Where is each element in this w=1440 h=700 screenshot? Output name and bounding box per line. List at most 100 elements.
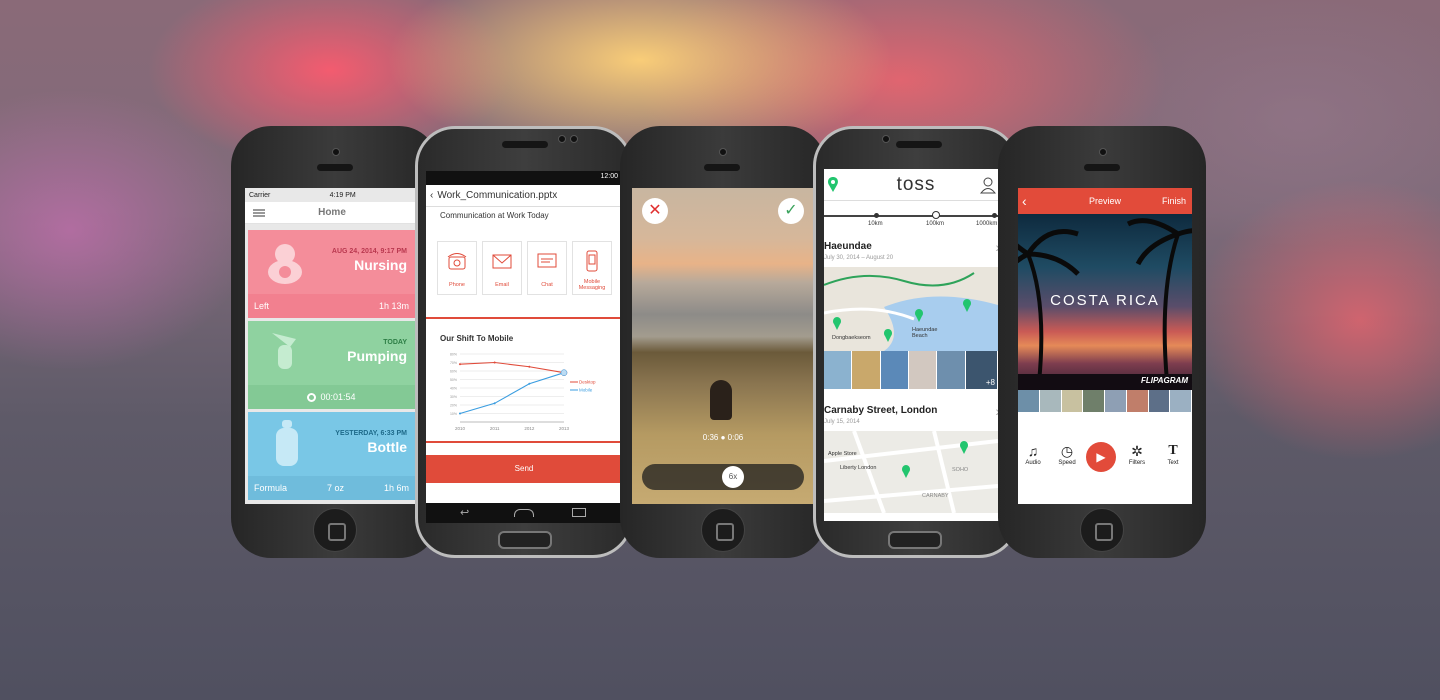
video-frame xyxy=(632,188,814,504)
bottle-title: Bottle xyxy=(367,439,407,455)
map-label: Apple Store xyxy=(828,451,857,457)
carrier-label: Carrier xyxy=(249,192,271,199)
speed-slider[interactable]: 6x xyxy=(642,464,804,490)
x-tick-label: 2010 xyxy=(455,426,466,431)
bottle-footer: Formula 7 oz 1h 6m xyxy=(248,476,415,500)
speed-handle[interactable]: 6x xyxy=(722,466,744,488)
earpiece xyxy=(1084,164,1120,171)
distance-marker xyxy=(932,211,940,219)
send-button[interactable]: Send xyxy=(426,455,622,483)
photo-timeline[interactable] xyxy=(1018,390,1192,412)
pumping-card[interactable]: TODAY Pumping 00:01:54 xyxy=(248,321,415,409)
nursing-footer: Left 1h 13m xyxy=(248,294,415,318)
tool-label: Audio xyxy=(1025,460,1041,466)
toss-logo: toss xyxy=(896,173,936,195)
clock: 12:00 xyxy=(600,173,618,180)
checkmark-icon: ✓ xyxy=(784,202,798,219)
map-carnaby: Apple Store Liberty London SOHO CARNABY xyxy=(824,431,998,513)
finish-button[interactable]: Finish xyxy=(1162,196,1186,206)
bottle-card[interactable]: YESTERDAY, 6:33 PM Bottle Formula 7 oz 1h … xyxy=(248,412,415,500)
map-carnaby-art xyxy=(824,431,998,513)
confirm-button[interactable]: ✓ xyxy=(778,198,804,224)
place-name: Carnaby Street, London xyxy=(824,405,938,416)
pumping-footer: 00:01:54 xyxy=(248,385,415,409)
front-camera xyxy=(719,148,727,156)
home-button[interactable] xyxy=(701,508,745,552)
filters-tool[interactable]: ✲ Filters xyxy=(1122,442,1152,466)
slide-subtitle: Communication at Work Today xyxy=(440,211,549,220)
front-camera xyxy=(882,135,890,143)
back-chevron-icon[interactable]: ‹ xyxy=(1022,193,1027,209)
text-tool[interactable]: T Text xyxy=(1158,442,1188,466)
recent-apps-icon[interactable] xyxy=(572,508,586,517)
home-button[interactable] xyxy=(498,531,552,549)
home-button[interactable] xyxy=(313,508,357,552)
speed-tool[interactable]: ◷ Speed xyxy=(1052,442,1082,466)
sensor xyxy=(570,135,578,143)
audio-tool[interactable]: ♫ Audio xyxy=(1018,442,1048,466)
back-chevron-icon[interactable]: ‹ xyxy=(430,190,433,201)
clock-icon xyxy=(307,392,317,402)
map-label: Dongbaekseom xyxy=(832,335,871,341)
bottle-icon xyxy=(276,420,298,466)
nursing-card[interactable]: AUG 24, 2014, 9:17 PM Nursing Left 1h 13m xyxy=(248,230,415,318)
file-name: Work_Communication.pptx xyxy=(437,190,558,201)
pumping-date: TODAY xyxy=(383,339,407,346)
flipagram-screen: ‹ Preview Finish COSTA RICA FLIPAGRAM ♫ Aud… xyxy=(1018,188,1192,504)
chat-window-icon xyxy=(537,253,557,268)
file-header: ‹ Work_Communication.pptx xyxy=(426,185,622,207)
pump-icon xyxy=(272,333,296,369)
pumping-timer: 00:01:54 xyxy=(320,392,356,402)
distance-marker xyxy=(992,213,997,218)
home-button[interactable] xyxy=(1080,508,1124,552)
distance-1000km: 1000km xyxy=(976,221,998,227)
toss-screen: toss 10km 100km 1000km Haeundae July 30,… xyxy=(824,169,1008,521)
map-haeundae: Dongbaekseom Haeundae Beach xyxy=(824,267,998,351)
person-silhouette xyxy=(710,380,732,420)
more-photos-count[interactable]: +8 xyxy=(965,351,998,389)
preview-title: Preview xyxy=(1088,196,1121,206)
front-camera xyxy=(332,148,340,156)
android-nav-bar: ↩ xyxy=(426,503,622,523)
map-label: Haeundae Beach xyxy=(912,327,938,339)
home-icon[interactable] xyxy=(514,509,534,517)
presentation-screen: 12:00 ‹ Work_Communication.pptx Communica… xyxy=(426,171,622,523)
data-point xyxy=(493,402,496,405)
place-name: Haeundae xyxy=(824,241,872,252)
tile-email[interactable]: Email xyxy=(482,241,522,295)
x-tick-label: 2011 xyxy=(490,426,500,431)
hamburger-menu-icon[interactable] xyxy=(253,209,265,217)
map-pin-icon[interactable] xyxy=(826,176,840,194)
y-tick-label: 20% xyxy=(450,404,457,408)
tool-label: Speed xyxy=(1058,460,1076,466)
tile-mobile-messaging[interactable]: Mobile Messaging xyxy=(572,241,612,295)
original-length: 0:36 xyxy=(702,433,719,442)
tile-chat[interactable]: Chat xyxy=(527,241,567,295)
y-tick-label: 30% xyxy=(450,395,457,399)
more-count: +8 xyxy=(985,378,995,387)
place-date: July 15, 2014 xyxy=(824,419,860,425)
discard-button[interactable]: ✕ xyxy=(642,198,668,224)
earpiece xyxy=(502,141,548,148)
home-button[interactable] xyxy=(888,531,942,549)
phone-video: ✕ ✓ 0:36 ● 0:06 6x xyxy=(620,126,826,558)
play-icon: ▶ xyxy=(1096,450,1106,464)
play-button[interactable]: ▶ xyxy=(1086,442,1116,472)
nursing-baby-icon xyxy=(268,244,302,284)
x-tick-label: 2012 xyxy=(524,426,535,431)
back-icon[interactable]: ↩ xyxy=(460,506,469,519)
y-tick-label: 50% xyxy=(450,378,457,382)
tile-label: Mobile Messaging xyxy=(578,279,606,291)
data-point xyxy=(493,361,496,364)
distance-slider[interactable]: 10km 100km 1000km xyxy=(824,209,998,229)
y-tick-label: 60% xyxy=(450,370,457,374)
tile-phone[interactable]: Phone xyxy=(437,241,477,295)
map-label: SOHO xyxy=(952,467,969,473)
profile-icon[interactable] xyxy=(980,176,996,194)
status-bar: 12:00 xyxy=(426,171,622,185)
front-camera xyxy=(558,135,566,143)
baby-tracker-screen: Carrier 4:19 PM Home AUG 24, 2014, 9:17 P… xyxy=(245,188,419,504)
y-tick-label: 10% xyxy=(450,412,457,416)
nursing-duration: 1h 13m xyxy=(378,301,409,311)
phone-baby-tracker: Carrier 4:19 PM Home AUG 24, 2014, 9:17 P… xyxy=(231,126,439,558)
